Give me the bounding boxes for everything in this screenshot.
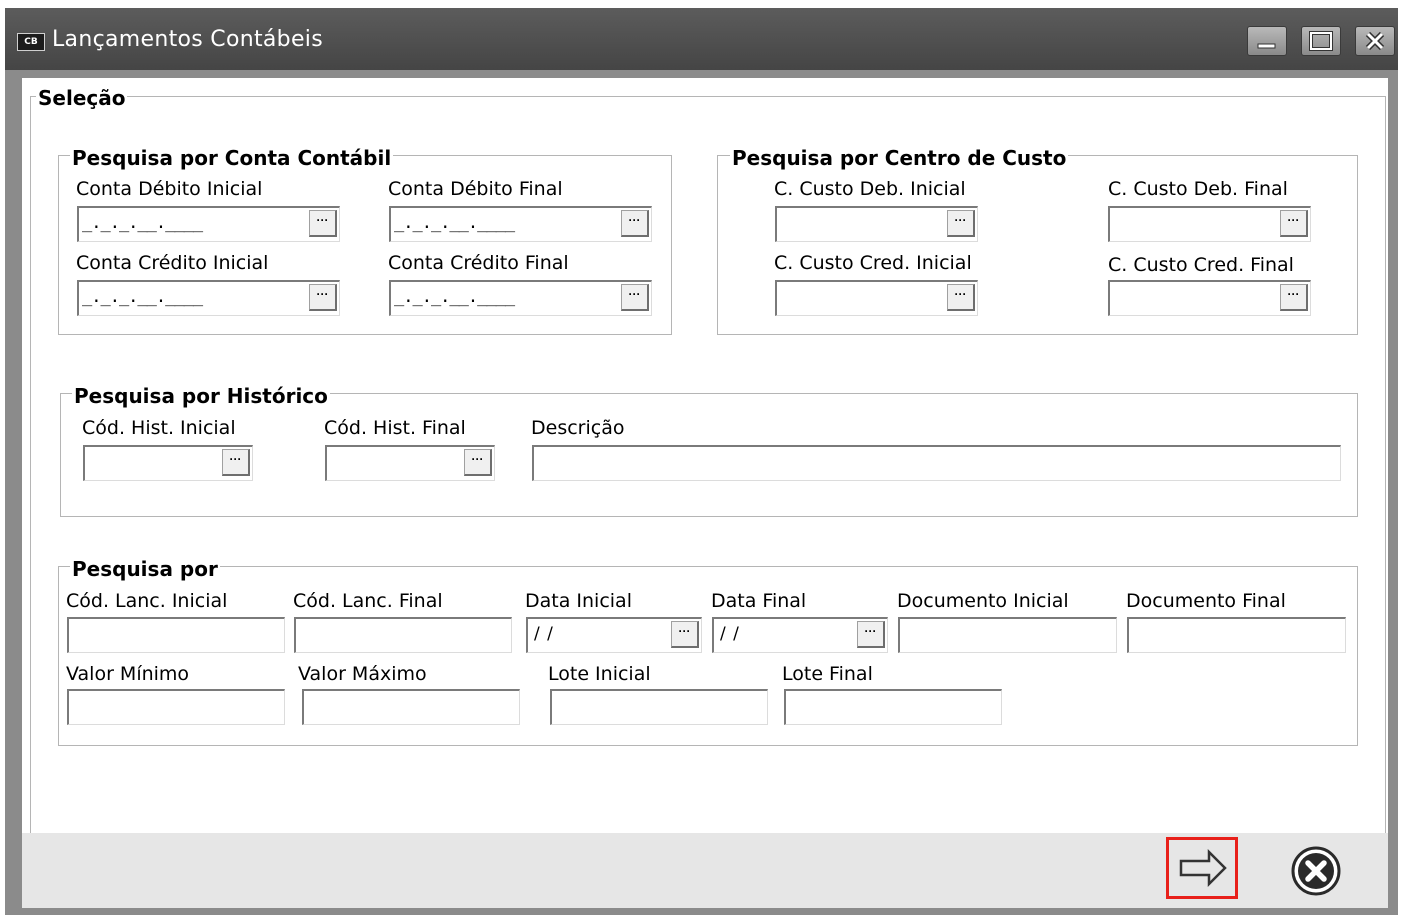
conta-credito-final-label: Conta Crédito Final [388,252,569,274]
custo-deb-inicial-input[interactable]: ··· [775,206,978,242]
hist-inicial-input[interactable]: ··· [83,445,253,481]
custo-deb-final-label: C. Custo Deb. Final [1108,178,1288,200]
lookup-button[interactable]: ··· [1280,284,1308,311]
valor-minimo-label: Valor Mínimo [66,663,190,685]
lote-final-input[interactable] [784,689,1002,725]
valor-minimo-input[interactable] [67,689,285,725]
conta-contabil-legend: Pesquisa por Conta Contábil [70,146,394,170]
lote-inicial-label: Lote Inicial [548,663,651,685]
custo-cred-final-label: C. Custo Cred. Final [1108,254,1294,276]
arrow-right-icon [1179,848,1227,888]
data-final-input[interactable]: / / ··· [712,617,888,653]
custo-cred-inicial-input[interactable]: ··· [775,280,978,316]
doc-inicial-label: Documento Inicial [897,590,1069,612]
minimize-icon [1257,43,1276,49]
doc-final-label: Documento Final [1126,590,1286,612]
maximize-icon [1309,31,1333,51]
custo-deb-final-input[interactable]: ··· [1108,206,1311,242]
valor-maximo-input[interactable] [302,689,520,725]
lanc-final-label: Cód. Lanc. Final [293,590,443,612]
lookup-button[interactable]: ··· [309,210,337,237]
doc-inicial-input[interactable] [898,617,1117,653]
conta-credito-final-input[interactable]: _._._.__.____ ··· [389,280,652,316]
lote-inicial-input[interactable] [550,689,768,725]
date-mask: / / [534,624,554,644]
custo-cred-inicial-label: C. Custo Cred. Inicial [774,252,972,274]
lanc-final-input[interactable] [294,617,512,653]
lookup-button[interactable]: ··· [464,449,492,476]
conta-debito-final-label: Conta Débito Final [388,178,563,200]
descricao-label: Descrição [531,417,625,439]
app-icon: CB [17,33,45,51]
conta-credito-inicial-input[interactable]: _._._.__.____ ··· [77,280,340,316]
close-icon [1365,31,1385,51]
custo-cred-final-input[interactable]: ··· [1108,280,1311,316]
conta-debito-inicial-input[interactable]: _._._.__.____ ··· [77,206,340,242]
conta-mask: _._._.__.____ [394,213,515,233]
data-inicial-input[interactable]: / / ··· [526,617,702,653]
hist-final-label: Cód. Hist. Final [324,417,466,439]
selection-legend: Seleção [36,86,128,110]
lanc-inicial-input[interactable] [67,617,285,653]
calendar-button[interactable]: ··· [671,621,699,648]
close-window-button[interactable] [1355,26,1395,56]
conta-debito-inicial-label: Conta Débito Inicial [76,178,263,200]
lookup-button[interactable]: ··· [621,284,649,311]
custo-deb-inicial-label: C. Custo Deb. Inicial [774,178,966,200]
lanc-inicial-label: Cód. Lanc. Inicial [66,590,228,612]
historico-legend: Pesquisa por Histórico [72,384,330,408]
conta-mask: _._._.__.____ [394,287,515,307]
calendar-button[interactable]: ··· [857,621,885,648]
data-inicial-label: Data Inicial [525,590,632,612]
hist-inicial-label: Cód. Hist. Inicial [82,417,236,439]
lookup-button[interactable]: ··· [947,210,975,237]
pesquisa-por-legend: Pesquisa por [70,557,220,581]
maximize-button[interactable] [1301,26,1341,56]
date-mask: / / [720,624,740,644]
doc-final-input[interactable] [1127,617,1346,653]
lookup-button[interactable]: ··· [309,284,337,311]
minimize-button[interactable] [1247,26,1287,56]
conta-credito-inicial-label: Conta Crédito Inicial [76,252,269,274]
conta-mask: _._._.__.____ [82,213,203,233]
data-final-label: Data Final [711,590,807,612]
hist-final-input[interactable]: ··· [325,445,495,481]
conta-debito-final-input[interactable]: _._._.__.____ ··· [389,206,652,242]
window-title: Lançamentos Contábeis [52,27,323,52]
conta-mask: _._._.__.____ [82,287,203,307]
cancel-button[interactable] [1290,845,1342,897]
lookup-button[interactable]: ··· [947,284,975,311]
valor-maximo-label: Valor Máximo [298,663,427,685]
lote-final-label: Lote Final [782,663,873,685]
descricao-input[interactable] [532,445,1341,481]
lookup-button[interactable]: ··· [1280,210,1308,237]
confirm-button[interactable] [1166,837,1238,899]
centro-custo-legend: Pesquisa por Centro de Custo [730,146,1069,170]
lookup-button[interactable]: ··· [621,210,649,237]
lookup-button[interactable]: ··· [222,449,250,476]
close-circle-icon [1291,846,1341,896]
